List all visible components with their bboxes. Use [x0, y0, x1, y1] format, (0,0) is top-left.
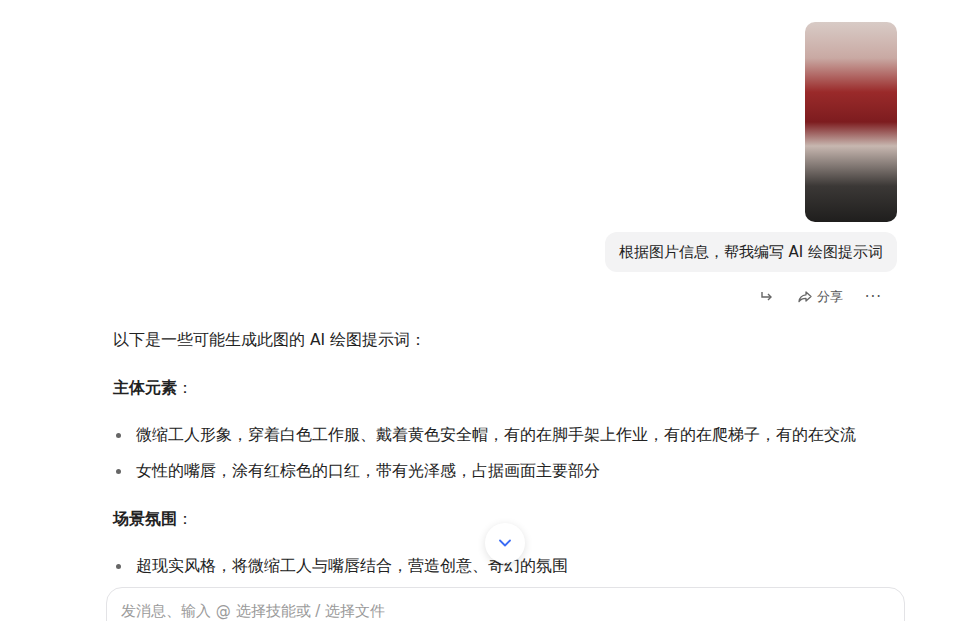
section-heading: 主体元素： [113, 376, 897, 400]
bullet-item: 微缩工人形象，穿着白色工作服、戴着黄色安全帽，有的在脚手架上作业，有的在爬梯子，… [113, 423, 897, 447]
attached-image[interactable] [805, 22, 897, 222]
bullet-dot [116, 469, 121, 474]
reply-intro: 以下是一些可能生成此图的 AI 绘图提示词： [113, 328, 897, 352]
message-input[interactable]: 发消息、输入 @ 选择技能或 / 选择文件 [106, 587, 905, 621]
message-thread: 根据图片信息，帮我编写 AI 绘图提示词分享 ··· 以下是一些可能生成此图的 AI… [0, 0, 975, 587]
share-button[interactable]: 分享 [797, 288, 843, 306]
forward-button[interactable] [759, 289, 775, 305]
scroll-down-button[interactable] [485, 523, 525, 563]
share-icon [797, 289, 813, 305]
bullet-item: 女性的嘴唇，涂有红棕色的口红，带有光泽感，占据画面主要部分 [113, 459, 897, 483]
user-bubble: 根据图片信息，帮我编写 AI 绘图提示词 [605, 232, 897, 272]
bullet-dot [116, 564, 121, 569]
user-message: 根据图片信息，帮我编写 AI 绘图提示词分享 ··· [113, 22, 897, 307]
bullet-dot [116, 433, 121, 438]
chevron-down-icon [496, 534, 514, 552]
share-label: 分享 [817, 288, 843, 306]
input-area: 发消息、输入 @ 选择技能或 / 选择文件 [0, 587, 975, 621]
chat-page: 根据图片信息，帮我编写 AI 绘图提示词分享 ··· 以下是一些可能生成此图的 AI… [0, 0, 975, 621]
forward-icon [759, 289, 775, 305]
more-button[interactable]: ··· [865, 288, 882, 306]
message-actions: 分享 ··· [759, 287, 882, 307]
input-placeholder: 发消息、输入 @ 选择技能或 / 选择文件 [121, 602, 385, 620]
reply-section: 主体元素： 微缩工人形象，穿着白色工作服、戴着黄色安全帽，有的在脚手架上作业，有的… [113, 376, 897, 483]
bullet-list: 微缩工人形象，穿着白色工作服、戴着黄色安全帽，有的在脚手架上作业，有的在爬梯子，… [113, 423, 897, 483]
